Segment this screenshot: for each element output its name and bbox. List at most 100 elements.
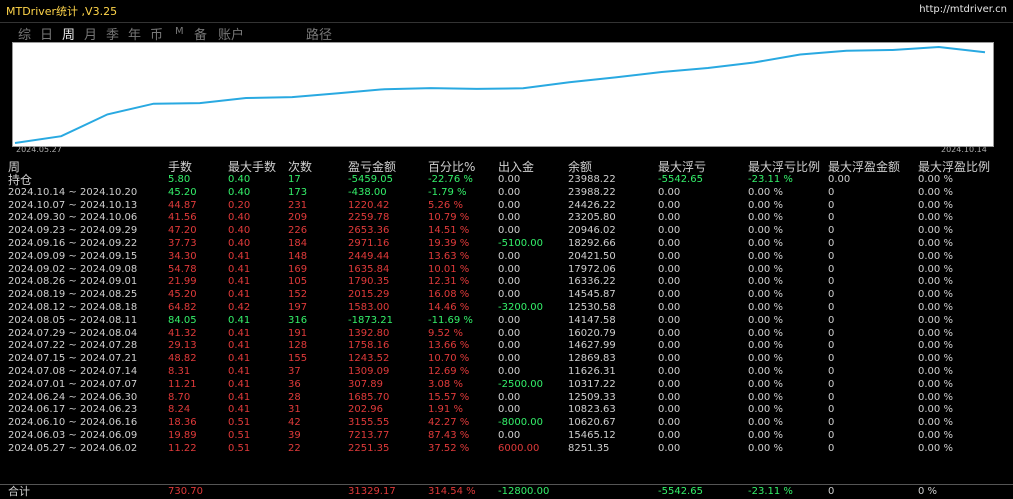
column-header-max-floating-profit[interactable]: 最大浮盈金额 xyxy=(828,160,900,174)
cell-percent: 19.39 % xyxy=(428,238,470,249)
tab-year[interactable]: 年 xyxy=(128,24,141,43)
cell-deposit: 0.00 xyxy=(498,391,521,403)
table-row[interactable]: 2024.06.03 ~ 2024.06.09 19.89 0.51 39 7213.7… xyxy=(0,430,1013,442)
table-row[interactable]: 2024.10.07 ~ 2024.10.13 44.87 0.20 231 1220.… xyxy=(0,200,1013,212)
cell-deposit: 0.00 xyxy=(498,250,521,262)
cell-max-floating-profit: 0 xyxy=(828,263,835,275)
table-row[interactable]: 2024.06.10 ~ 2024.06.16 18.36 0.51 42 3155.5… xyxy=(0,417,1013,429)
cell-count: 148 xyxy=(288,250,308,262)
column-header-max-drawdown[interactable]: 最大浮亏 xyxy=(658,160,706,174)
table-row[interactable]: 2024.09.30 ~ 2024.10.06 41.56 0.40 209 2259.… xyxy=(0,212,1013,224)
cell-balance: 14545.87 xyxy=(568,289,616,301)
cell-profit: 2259.78 xyxy=(348,212,390,224)
table-row[interactable]: 2024.07.22 ~ 2024.07.28 29.13 0.41 128 1758.… xyxy=(0,340,1013,352)
cell-profit: 1790.35 xyxy=(348,276,390,288)
table-row[interactable]: 2024.06.17 ~ 2024.06.23 8.24 0.41 31 202.96 1… xyxy=(0,404,1013,416)
cell-percent: 37.52 % xyxy=(428,442,470,454)
tab-week[interactable]: 周 xyxy=(62,24,75,43)
cell-max-drawdown: 0.00 xyxy=(658,276,681,288)
tab-quarter[interactable]: 季 xyxy=(106,24,119,43)
table-row[interactable]: 2024.08.26 ~ 2024.09.01 21.99 0.41 105 1790.… xyxy=(0,276,1013,288)
cell-max-lots: 0.40 xyxy=(228,212,251,224)
website-link[interactable]: http://mtdriver.cn xyxy=(919,4,1007,15)
table-row[interactable]: 2024.09.16 ~ 2024.09.22 37.73 0.40 184 2971.… xyxy=(0,238,1013,250)
cell-max-drawdown: 0.00 xyxy=(658,340,681,352)
tab-overview[interactable]: 综 xyxy=(18,24,31,43)
cell-lots: 64.82 xyxy=(168,302,197,313)
cell-period: 2024.09.30 ~ 2024.10.06 xyxy=(8,212,138,224)
cell-profit: 7213.77 xyxy=(348,430,390,441)
cell-count: 28 xyxy=(288,391,301,403)
cell-percent: -11.69 % xyxy=(428,314,473,326)
table-row[interactable]: 2024.09.09 ~ 2024.09.15 34.30 0.41 148 2449.… xyxy=(0,251,1013,263)
cell-max-drawdown: 0.00 xyxy=(658,378,681,390)
cell-max-floating-profit: 0 xyxy=(828,238,835,249)
open-positions-row[interactable]: 持仓 5.80 0.40 17 -5459.05 -22.76 % 0.00 23988.22… xyxy=(0,174,1013,186)
table-row[interactable]: 2024.08.05 ~ 2024.08.11 84.05 0.41 316 -1873… xyxy=(0,315,1013,327)
column-header-max-floating-profit-pct[interactable]: 最大浮盈比例 xyxy=(918,160,990,174)
tab-month[interactable]: 月 xyxy=(84,24,97,43)
cell-period: 2024.07.08 ~ 2024.07.14 xyxy=(8,366,138,377)
tab-symbol[interactable]: 币 xyxy=(150,24,163,43)
cell-max-drawdown: 0.00 xyxy=(658,238,681,249)
cell-profit: 1583.00 xyxy=(348,302,390,313)
column-header-lots[interactable]: 手数 xyxy=(168,160,192,174)
cell-max-floating-profit-pct: 0.00 % xyxy=(918,327,953,339)
cell-max-lots: 0.41 xyxy=(228,276,251,288)
cell-max-lots: 0.41 xyxy=(228,314,251,326)
cell-count: 209 xyxy=(288,212,308,224)
table-row[interactable]: 2024.07.29 ~ 2024.08.04 41.32 0.41 191 1392.… xyxy=(0,328,1013,340)
table-row[interactable]: 2024.06.24 ~ 2024.06.30 8.70 0.41 28 1685.70… xyxy=(0,392,1013,404)
table-row[interactable]: 2024.05.27 ~ 2024.06.02 11.22 0.51 22 2251.3… xyxy=(0,443,1013,455)
tab-account[interactable]: 账户 xyxy=(218,24,244,43)
tab-note[interactable]: 备 xyxy=(194,24,207,43)
cell-max-floating-profit-pct: 0.00 % xyxy=(918,238,953,249)
cell-max-lots: 0.51 xyxy=(228,430,251,441)
table-row[interactable]: 2024.09.02 ~ 2024.09.08 54.78 0.41 169 1635.… xyxy=(0,264,1013,276)
cell-max-floating-profit: 0 xyxy=(828,250,835,262)
table-row[interactable]: 2024.08.12 ~ 2024.08.18 64.82 0.42 197 1583.… xyxy=(0,302,1013,314)
table-row[interactable]: 2024.07.01 ~ 2024.07.07 11.21 0.41 36 307.89… xyxy=(0,379,1013,391)
column-header-profit[interactable]: 盈亏金额 xyxy=(348,160,396,174)
column-header-count[interactable]: 次数 xyxy=(288,160,312,174)
cell-balance: 12869.83 xyxy=(568,353,616,365)
cell-percent: 42.27 % xyxy=(428,417,470,429)
cell-profit: 2251.35 xyxy=(348,442,390,454)
column-header-period[interactable]: 周 xyxy=(8,160,20,174)
tab-path[interactable]: 路径 xyxy=(306,24,332,43)
column-header-max-lots[interactable]: 最大手数 xyxy=(228,160,276,174)
cell-balance: 15465.12 xyxy=(568,430,616,441)
cell-balance: 18292.66 xyxy=(568,238,616,249)
cell-balance: 20421.50 xyxy=(568,250,616,262)
cell-max-lots: 0.41 xyxy=(228,263,251,275)
table-row[interactable]: 2024.09.23 ~ 2024.09.29 47.20 0.40 226 2653.… xyxy=(0,225,1013,237)
cell-max-drawdown: 0.00 xyxy=(658,199,681,211)
column-header-max-drawdown-pct[interactable]: 最大浮亏比例 xyxy=(748,160,820,174)
cell-percent: 13.66 % xyxy=(428,340,470,352)
cell-period: 2024.09.02 ~ 2024.09.08 xyxy=(8,263,138,275)
cell-percent: 16.08 % xyxy=(428,289,470,301)
table-row[interactable]: 2024.08.19 ~ 2024.08.25 45.20 0.41 152 2015.… xyxy=(0,289,1013,301)
table-row[interactable]: 2024.10.14 ~ 2024.10.20 45.20 0.40 173 -438.… xyxy=(0,187,1013,199)
cell-max-drawdown: 0.00 xyxy=(658,327,681,339)
cell-percent: 10.79 % xyxy=(428,212,470,224)
table-row[interactable]: 2024.07.08 ~ 2024.07.14 8.31 0.41 37 1309.09… xyxy=(0,366,1013,378)
table-row[interactable]: 2024.07.15 ~ 2024.07.21 48.82 0.41 155 1243.… xyxy=(0,353,1013,365)
cell-count: 197 xyxy=(288,302,308,313)
column-header-deposit[interactable]: 出入金 xyxy=(498,160,534,174)
cell-profit: 2653.36 xyxy=(348,225,390,237)
cell-max-floating-profit-pct: 0.00 % xyxy=(918,378,953,390)
tab-magic[interactable]: M xyxy=(175,26,184,37)
cell-balance: 14627.99 xyxy=(568,340,616,352)
tab-day[interactable]: 日 xyxy=(40,24,53,43)
cell-max-floating-profit-pct: 0.00 % xyxy=(918,314,953,326)
cell-max-drawdown-pct: 0.00 % xyxy=(748,378,783,390)
cell-profit: 2449.44 xyxy=(348,250,390,262)
cell-max-lots: 0.41 xyxy=(228,327,251,339)
cell-count: 169 xyxy=(288,263,308,275)
cell-lots: 29.13 xyxy=(168,340,197,352)
cell-balance: 16020.79 xyxy=(568,327,616,339)
cell-count: 17 xyxy=(288,174,301,185)
column-header-balance[interactable]: 余额 xyxy=(568,160,592,174)
column-header-percent[interactable]: 百分比% xyxy=(428,160,475,174)
